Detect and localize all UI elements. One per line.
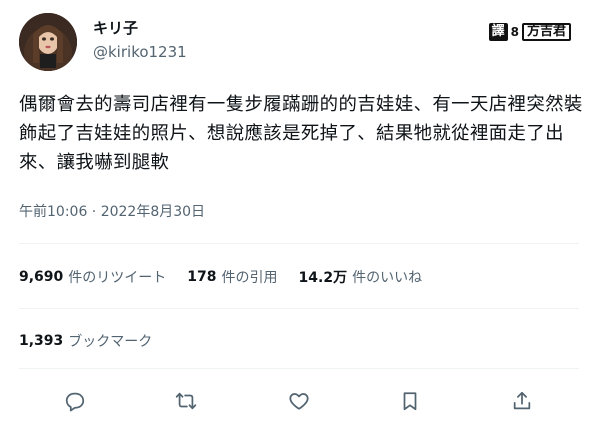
author-display-name[interactable]: キリ子 (93, 17, 138, 38)
engagement-stats: 9,690 件のリツイート 178 件の引用 14.2万 件のいいね (19, 267, 443, 287)
bookmark-count: 1,393 (19, 333, 64, 349)
avatar[interactable] (19, 13, 77, 71)
quote-count: 178 (187, 269, 217, 285)
retweet-label: 件のリツイート (68, 270, 167, 286)
bookmark-button[interactable] (395, 386, 425, 416)
share-button[interactable] (507, 386, 537, 416)
action-bar (0, 386, 598, 416)
retweet-stat[interactable]: 9,690 件のリツイート (19, 267, 166, 287)
reply-button[interactable] (60, 386, 90, 416)
author-handle[interactable]: @kiriko1231 (93, 43, 187, 61)
share-icon (513, 391, 531, 410)
bookmark-icon (403, 392, 417, 411)
avatar-image (19, 13, 77, 71)
retweet-count: 9,690 (19, 269, 64, 285)
like-button[interactable] (284, 386, 314, 416)
like-icon (289, 393, 309, 410)
tweet-timestamp[interactable]: 午前10:06 · 2022年8月30日 (19, 201, 205, 221)
watermark-prefix: 譯 (488, 23, 508, 41)
bookmark-stat[interactable]: 1,393 ブックマーク (19, 331, 152, 351)
watermark-separator: 8 (510, 25, 519, 39)
divider (19, 243, 579, 244)
tweet-text: 偶爾會去的壽司店裡有一隻步履蹣跚的的吉娃娃、有一天店裡突然裝飾起了吉娃娃的照片、… (19, 94, 583, 173)
like-count: 14.2万 (298, 270, 348, 286)
quote-label: 件の引用 (221, 270, 278, 286)
quote-stat[interactable]: 178 件の引用 (187, 267, 277, 287)
retweet-icon (175, 392, 197, 410)
translator-watermark: 譯 8 方吉君 (488, 23, 571, 41)
like-label: 件のいいね (352, 270, 423, 286)
like-stat[interactable]: 14.2万 件のいいね (299, 267, 423, 287)
divider (19, 308, 579, 309)
bookmark-label: ブックマーク (68, 334, 153, 350)
divider (19, 368, 579, 369)
watermark-name: 方吉君 (521, 23, 571, 41)
retweet-button[interactable] (171, 386, 201, 416)
reply-icon (65, 392, 85, 412)
